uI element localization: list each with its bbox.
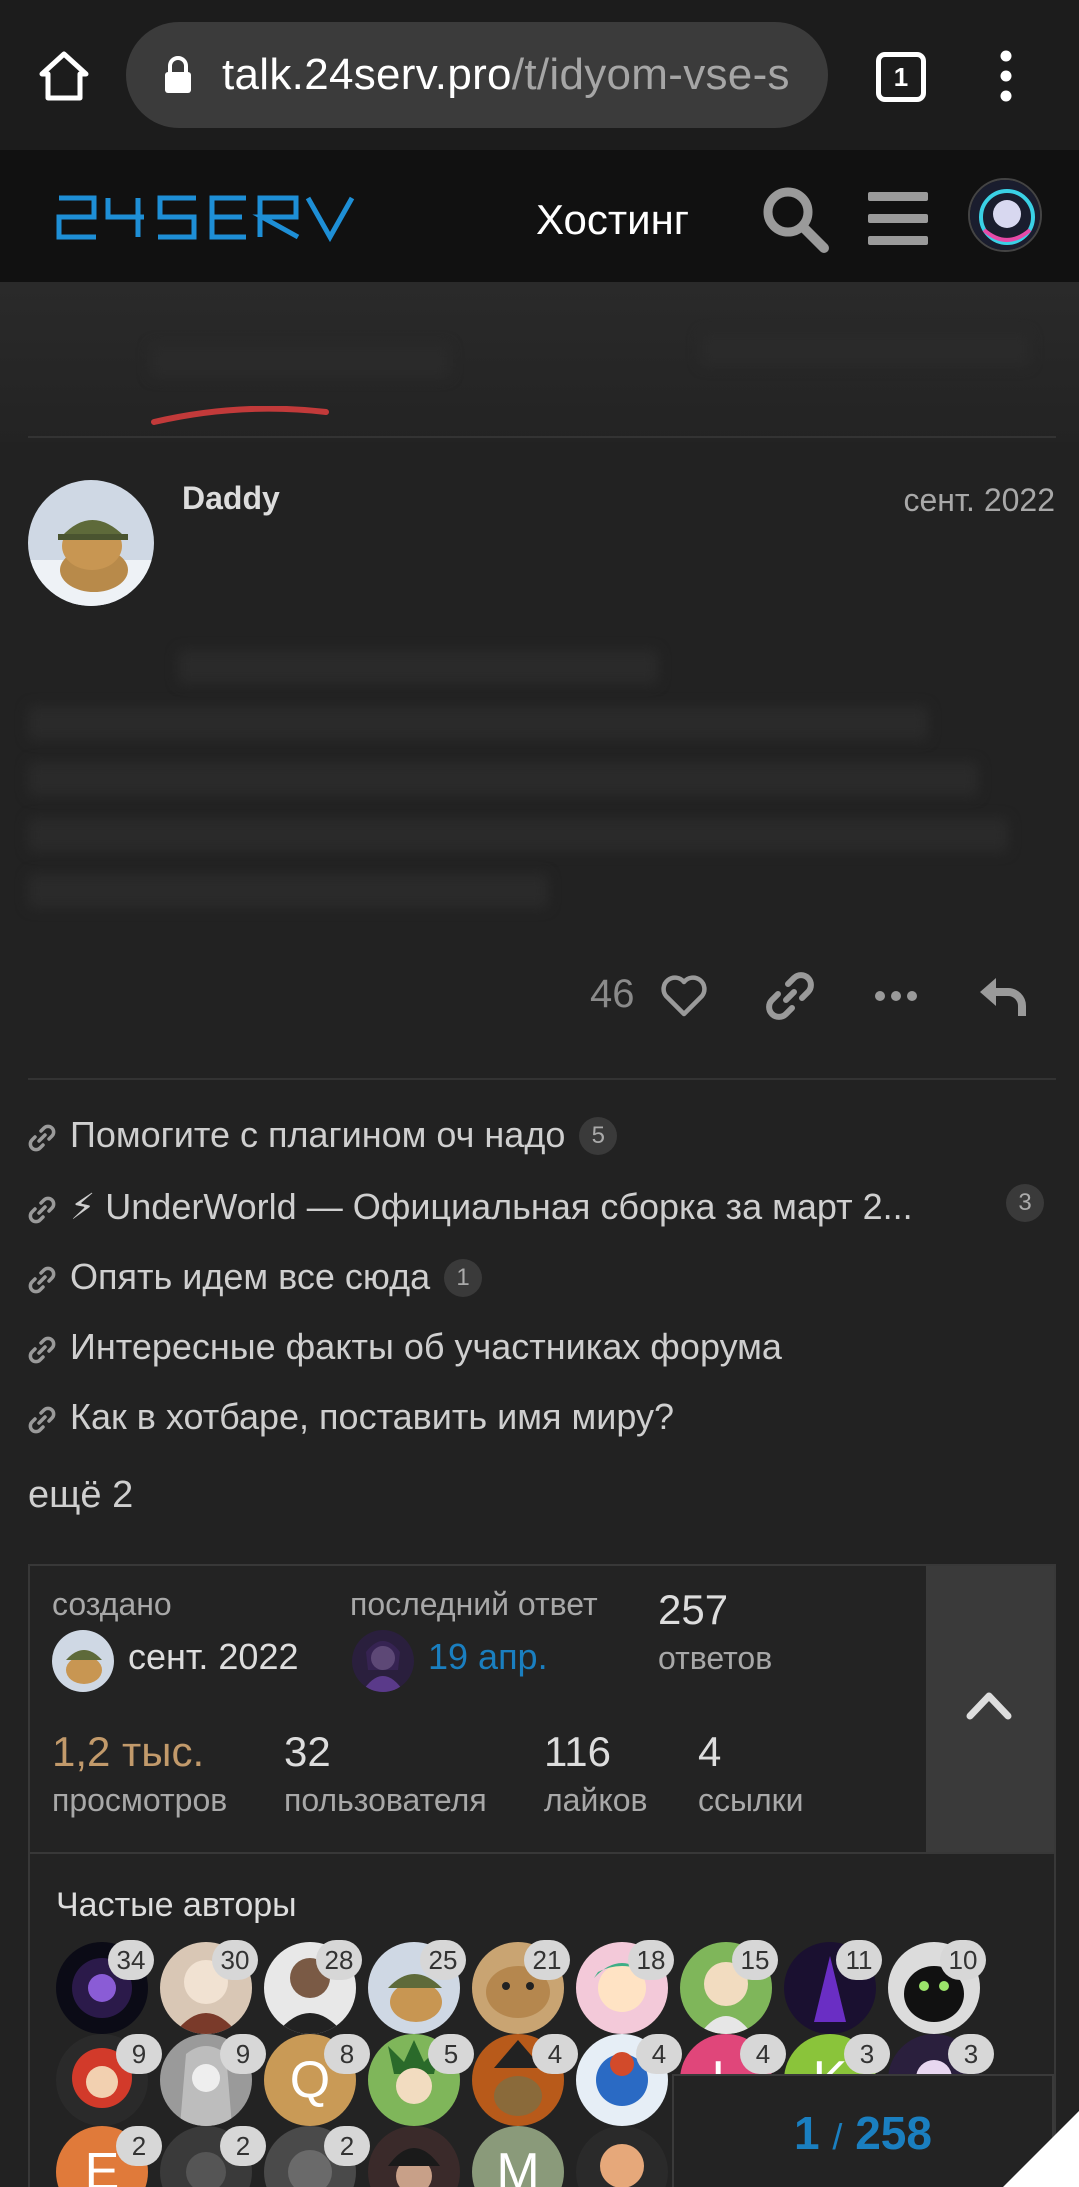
post-count-badge: 21: [524, 1940, 570, 1980]
link-icon: [28, 1196, 56, 1224]
corner-indicator: [1003, 2111, 1079, 2187]
users-label: пользователя: [284, 1782, 487, 1818]
progress-current: 1: [794, 2107, 820, 2159]
link-icon: [28, 1336, 56, 1364]
last-reply-date[interactable]: 19 апр.: [428, 1636, 548, 1678]
post-count-badge: 25: [420, 1940, 466, 1980]
topic-map-expand-button[interactable]: [926, 1566, 1054, 1852]
users-count: 32: [284, 1728, 331, 1775]
tab-switcher-button[interactable]: 1: [876, 52, 926, 102]
link-icon: [28, 1266, 56, 1294]
post-date[interactable]: сент. 2022: [903, 482, 1055, 519]
post-count-badge: 30: [212, 1940, 258, 1980]
post-actions: 46: [0, 960, 1079, 1040]
show-more-links[interactable]: ещё 2: [28, 1474, 133, 1517]
post-count-badge: 2: [116, 2126, 162, 2166]
links-count: 4: [698, 1728, 722, 1775]
post-count-badge: 9: [116, 2034, 162, 2074]
last-reply-label: последний ответ: [350, 1586, 598, 1622]
post-count-badge: 4: [740, 2034, 786, 2074]
site-header: Хостинг: [0, 150, 1079, 282]
post-count-badge: 8: [324, 2034, 370, 2074]
post-count-badge: 3: [844, 2034, 890, 2074]
post-content-blurred: [28, 630, 1056, 930]
link-icon: [28, 1124, 56, 1152]
address-bar[interactable]: talk.24serv.pro/t/idyom-vse-s: [126, 22, 828, 128]
creator-avatar[interactable]: [52, 1630, 114, 1692]
progress-text: 1 / 258: [674, 2106, 1052, 2160]
post-count-badge: 34: [108, 1940, 154, 1980]
progress-separator: /: [832, 2116, 843, 2157]
reply-count-badge: 1: [444, 1259, 483, 1297]
browser-toolbar: talk.24serv.pro/t/idyom-vse-s 1: [0, 0, 1079, 150]
post-divider: [28, 1078, 1056, 1080]
search-icon[interactable]: [760, 184, 830, 254]
linked-topic-title-text[interactable]: Опять идем все сюда: [70, 1256, 430, 1297]
post-author-name[interactable]: Daddy: [182, 480, 280, 517]
like-count[interactable]: 46: [590, 972, 635, 1017]
heart-icon[interactable]: [658, 970, 710, 1022]
more-vert-icon[interactable]: [988, 48, 1024, 104]
post-count-badge: 2: [220, 2126, 266, 2166]
replies-count: 257: [658, 1586, 729, 1633]
home-icon[interactable]: [38, 50, 90, 102]
linked-topic-title[interactable]: Как в хотбаре, поставить имя миру?: [70, 1396, 674, 1438]
nav-hosting-link[interactable]: Хостинг: [536, 196, 689, 244]
views-label: просмотров: [52, 1782, 228, 1818]
post-count-badge: 18: [628, 1940, 674, 1980]
post-count-badge: 15: [732, 1940, 778, 1980]
linked-topic-title-text[interactable]: Помогите с плагином оч надо: [70, 1114, 565, 1155]
post-progress-indicator[interactable]: 1 / 258: [672, 2074, 1054, 2187]
hamburger-menu-icon[interactable]: [868, 190, 928, 248]
link-icon: [28, 1406, 56, 1434]
created-label: создано: [52, 1586, 172, 1622]
url-path: /t/idyom-vse-s: [511, 50, 790, 99]
current-user-avatar[interactable]: [968, 178, 1042, 252]
more-horiz-icon[interactable]: [870, 970, 922, 1022]
reply-count-badge: 3: [1006, 1184, 1044, 1222]
likes-label: лайков: [544, 1782, 648, 1818]
progress-total: 258: [855, 2107, 932, 2159]
post-count-badge: 28: [316, 1940, 362, 1980]
likes-count: 116: [544, 1728, 611, 1775]
lock-icon: [165, 56, 191, 93]
frequent-authors-title: Частые авторы: [56, 1886, 297, 1924]
site-logo[interactable]: [56, 190, 356, 244]
reply-icon[interactable]: [976, 970, 1028, 1022]
topic-map-stats: создано сент. 2022 последний ответ 19 ап…: [30, 1566, 928, 1852]
linked-topic-title[interactable]: Опять идем все сюда 1: [70, 1256, 483, 1298]
post-divider-top: [28, 436, 1056, 438]
chevron-up-icon: [966, 1692, 1012, 1720]
links-label: ссылки: [698, 1782, 804, 1818]
post-count-badge: 9: [220, 2034, 266, 2074]
linked-topic-title[interactable]: ⚡ UnderWorld — Официальная сборка за мар…: [70, 1186, 913, 1228]
post-count-badge: 3: [948, 2034, 994, 2074]
last-replier-avatar[interactable]: [352, 1630, 414, 1692]
topic-map-separator: [30, 1852, 1054, 1854]
post-count-badge: 2: [324, 2126, 370, 2166]
post-count-badge: 5: [428, 2034, 474, 2074]
post-count-badge: 10: [940, 1940, 986, 1980]
post-count-badge: 11: [836, 1940, 882, 1980]
reply-count-badge: 5: [579, 1117, 618, 1155]
post-count-badge: 4: [532, 2034, 578, 2074]
created-date[interactable]: сент. 2022: [128, 1636, 299, 1678]
url-domain: talk.24serv.pro: [222, 50, 512, 99]
views-count: 1,2 тыс.: [52, 1728, 205, 1775]
replies-label: ответов: [658, 1640, 773, 1676]
linked-topic-title[interactable]: Помогите с плагином оч надо 5: [70, 1114, 618, 1156]
linked-topic-title[interactable]: Интересные факты об участниках форума: [70, 1326, 782, 1368]
post-count-badge: 4: [636, 2034, 682, 2074]
post-author-avatar[interactable]: [28, 480, 154, 606]
link-icon[interactable]: [764, 970, 816, 1022]
url-text: talk.24serv.pro/t/idyom-vse-s: [222, 50, 790, 100]
red-scribble-mark: [151, 406, 329, 425]
